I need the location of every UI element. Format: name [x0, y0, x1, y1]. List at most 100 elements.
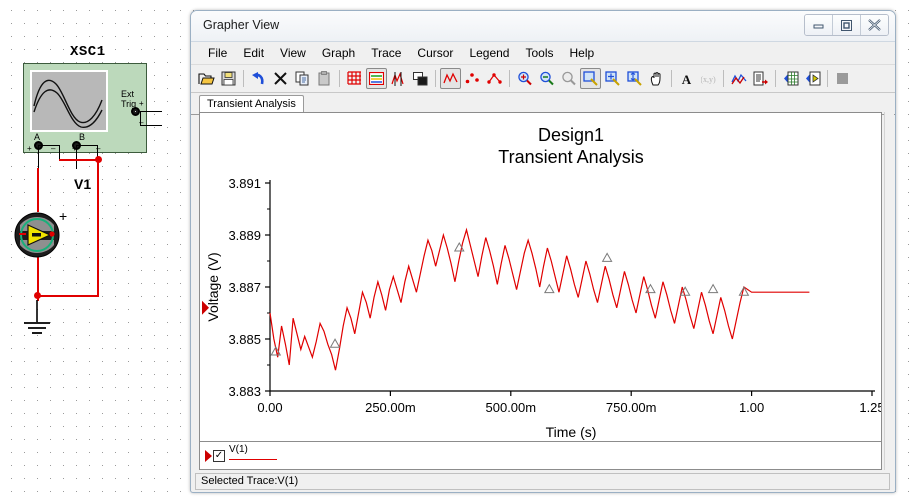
- wire-ext-trig-plus: [140, 111, 162, 112]
- wire-b-stub: [76, 145, 77, 169]
- legend-visibility-checkbox[interactable]: ✓: [213, 450, 225, 462]
- y-tick-label: 3.887: [228, 280, 261, 295]
- export-mathcad-icon[interactable]: [802, 68, 823, 89]
- wire-a-top: [38, 145, 60, 146]
- export-excel-icon[interactable]: [780, 68, 801, 89]
- line-graph-icon[interactable]: [440, 68, 461, 89]
- y-axis-label: Voltage (V): [205, 252, 221, 321]
- x-axis-label: Time (s): [546, 424, 597, 440]
- zoom-vertical-icon[interactable]: [624, 68, 645, 89]
- scatter-graph-icon[interactable]: [462, 68, 483, 89]
- y-tick-label: 3.883: [228, 384, 261, 399]
- toolbar-separator: [775, 70, 776, 87]
- restore-button[interactable]: [833, 15, 861, 35]
- terminal-b-label: B: [79, 132, 86, 142]
- zoom-out-icon[interactable]: [558, 68, 579, 89]
- copy-icon[interactable]: [292, 68, 313, 89]
- line-point-graph-icon[interactable]: [484, 68, 505, 89]
- trace-marker: [543, 283, 555, 294]
- legend-selected-marker: [205, 450, 212, 462]
- toolbar-separator: [509, 70, 510, 87]
- wire-ext-trig-link: [140, 111, 141, 126]
- legend-trace-name[interactable]: V(1): [229, 444, 248, 455]
- menu-edit[interactable]: Edit: [236, 44, 271, 62]
- oscilloscope-ref-label: XSC1: [70, 44, 106, 60]
- minimize-button[interactable]: [805, 15, 833, 35]
- toolbar-separator: [723, 70, 724, 87]
- wire-red-left-upper: [37, 168, 39, 212]
- terminal-a-plus: +: [27, 144, 32, 153]
- trace-V(1): [269, 227, 810, 371]
- svg-text:A: A: [682, 72, 692, 86]
- menu-file[interactable]: File: [201, 44, 234, 62]
- source-ref-label: V1: [74, 176, 92, 192]
- menu-legend[interactable]: Legend: [462, 44, 516, 62]
- trace-marker: [601, 252, 613, 262]
- paste-icon[interactable]: [314, 68, 335, 89]
- wire-red-horizontal-top: [59, 159, 98, 161]
- stop-icon[interactable]: [832, 68, 853, 89]
- y-tick-label: 3.889: [228, 228, 261, 243]
- zoom-in-icon[interactable]: [536, 68, 557, 89]
- plot-area[interactable]: Design1 Transient Analysis 3.883 3.885 3.887…: [199, 112, 882, 447]
- trace-properties-icon[interactable]: [728, 68, 749, 89]
- close-button[interactable]: [861, 15, 888, 35]
- x-tick-label: 1.00: [739, 400, 764, 415]
- delete-icon[interactable]: [270, 68, 291, 89]
- wire-a-down: [59, 145, 60, 159]
- cursor-icon[interactable]: [388, 68, 409, 89]
- menu-view[interactable]: View: [273, 44, 313, 62]
- legend-icon[interactable]: [366, 68, 387, 89]
- ext-trig-plus: +: [139, 99, 144, 108]
- toolbar-separator: [827, 70, 828, 87]
- legend-trace-color-line: [229, 459, 277, 460]
- window-titlebar[interactable]: Grapher View: [191, 11, 895, 42]
- formula-icon[interactable]: (x,y): [698, 68, 719, 89]
- chart-subtitle: Transient Analysis: [498, 147, 643, 167]
- pan-hand-icon[interactable]: [646, 68, 667, 89]
- undo-icon[interactable]: [248, 68, 269, 89]
- x-tick-label: 750.00m: [606, 400, 657, 415]
- menu-trace[interactable]: Trace: [364, 44, 408, 62]
- zoom-region-icon[interactable]: [514, 68, 535, 89]
- open-icon[interactable]: [196, 68, 217, 89]
- toolbar-separator: [243, 70, 244, 87]
- y-tick-label: 3.891: [228, 176, 261, 191]
- text-icon[interactable]: A: [676, 68, 697, 89]
- svg-text:(x,y): (x,y): [701, 75, 716, 84]
- x-tick-label: 0.00: [257, 400, 282, 415]
- legend-panel[interactable]: ✓ V(1): [199, 441, 882, 470]
- wire-junction-node-gnd: [34, 292, 41, 299]
- window-controls[interactable]: [804, 14, 889, 36]
- save-icon[interactable]: [218, 68, 239, 89]
- wire-red-right-vertical: [97, 159, 99, 296]
- oscilloscope-xsc1[interactable]: Ext Trig + – A B + – + –: [23, 63, 147, 153]
- menu-graph[interactable]: Graph: [315, 44, 362, 62]
- pin-ext-trig[interactable]: [131, 107, 140, 116]
- x-tick-label: 1.25: [859, 400, 881, 415]
- overlay-traces-icon[interactable]: [410, 68, 431, 89]
- toolbar[interactable]: A (x,y): [191, 65, 895, 93]
- x-tick-label: 250.00m: [365, 400, 416, 415]
- chart-title: Design1: [538, 125, 604, 145]
- trace-marker: [329, 338, 341, 348]
- trace-marker: [707, 283, 719, 294]
- grapher-view-window[interactable]: Grapher View File Edit View Graph Trace …: [190, 10, 896, 493]
- voltage-source-v1[interactable]: [14, 212, 60, 258]
- wire-junction-node-v1: [95, 156, 102, 163]
- menu-help[interactable]: Help: [563, 44, 602, 62]
- menu-cursor[interactable]: Cursor: [410, 44, 460, 62]
- toolbar-separator: [339, 70, 340, 87]
- y-tick-label: 3.885: [228, 332, 261, 347]
- grid-icon[interactable]: [344, 68, 365, 89]
- export-list-icon[interactable]: [750, 68, 771, 89]
- toolbar-separator: [435, 70, 436, 87]
- status-bar: Selected Trace:V(1): [195, 473, 890, 490]
- zoom-horizontal-icon[interactable]: [602, 68, 623, 89]
- wire-b-top: [76, 145, 98, 146]
- zoom-select-icon[interactable]: [580, 68, 601, 89]
- wire-ext-trig-minus: [140, 125, 162, 126]
- transient-analysis-chart: Design1Transient Analysis 3.883 3.885 3.887…: [202, 125, 881, 440]
- menu-tools[interactable]: Tools: [518, 44, 560, 62]
- menu-bar[interactable]: File Edit View Graph Trace Cursor Legend…: [191, 42, 895, 65]
